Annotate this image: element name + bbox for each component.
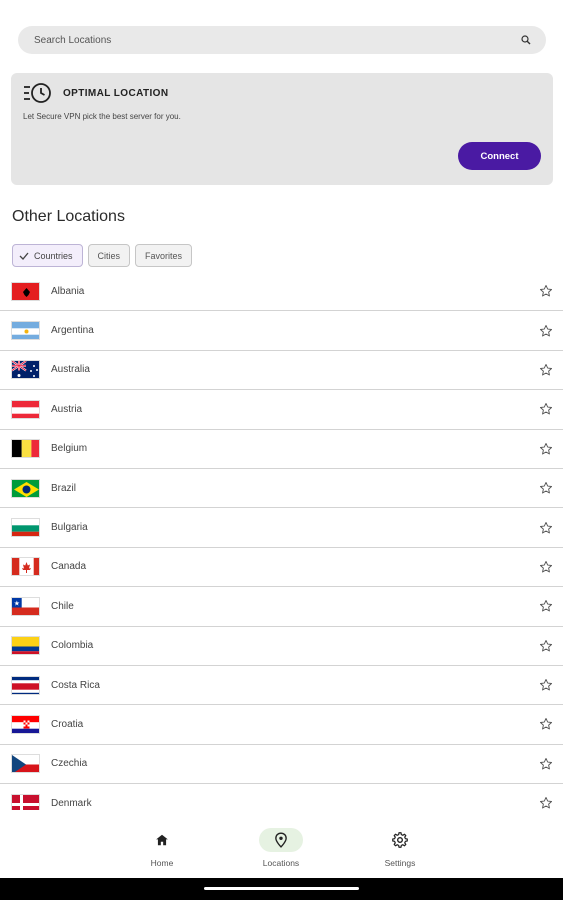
nav-label: Locations	[262, 858, 300, 868]
favorite-star-icon[interactable]	[539, 599, 553, 613]
country-row-belgium[interactable]: Belgium	[0, 430, 563, 469]
favorite-star-icon[interactable]	[539, 402, 553, 416]
optimal-location-description: Let Secure VPN pick the best server for …	[23, 112, 181, 121]
favorite-star-icon[interactable]	[539, 678, 553, 692]
filter-chip-label: Cities	[97, 250, 121, 261]
country-name: Australia	[51, 364, 90, 376]
system-navigation-bar	[0, 878, 563, 900]
bottom-navigation: Home Locations Settings	[0, 822, 563, 878]
brazil-flag-icon	[11, 478, 40, 498]
filter-chip-countries[interactable]: Countries	[12, 244, 83, 267]
favorite-star-icon[interactable]	[539, 442, 553, 456]
nav-label: Home	[150, 858, 174, 868]
favorite-star-icon[interactable]	[539, 796, 553, 810]
country-name: Brazil	[51, 482, 77, 494]
country-name: Croatia	[51, 718, 84, 730]
home-icon	[140, 828, 184, 852]
australia-flag-icon	[11, 360, 40, 380]
country-row-costa-rica[interactable]: Costa Rica	[0, 666, 563, 706]
country-name: Czechia	[51, 758, 88, 770]
country-name: Denmark	[51, 797, 92, 809]
country-name: Austria	[51, 403, 83, 415]
canada-flag-icon	[11, 557, 40, 577]
croatia-flag-icon	[11, 714, 40, 734]
optimal-location-title: OPTIMAL LOCATION	[63, 88, 169, 99]
filter-chip-favorites[interactable]: Favorites	[135, 244, 193, 267]
country-name: Albania	[51, 285, 85, 297]
filter-chips: Countries Cities Favorites	[12, 244, 193, 267]
country-row-austria[interactable]: Austria	[0, 390, 563, 430]
nav-label: Settings	[384, 858, 416, 868]
gear-icon	[378, 828, 422, 852]
costa-rica-flag-icon	[11, 675, 40, 695]
country-list[interactable]: Albania Argentina Australia Austria Belg…	[0, 272, 563, 810]
country-name: Bulgaria	[51, 522, 88, 534]
country-row-australia[interactable]: Australia	[0, 351, 563, 391]
location-pin-icon	[259, 828, 303, 852]
country-name: Colombia	[51, 640, 94, 652]
colombia-flag-icon	[11, 636, 40, 656]
favorite-star-icon[interactable]	[539, 481, 553, 495]
austria-flag-icon	[11, 399, 40, 419]
favorite-star-icon[interactable]	[539, 363, 553, 377]
czechia-flag-icon	[11, 754, 40, 774]
favorite-star-icon[interactable]	[539, 639, 553, 653]
albania-flag-icon	[11, 281, 40, 301]
denmark-flag-icon	[11, 793, 40, 810]
country-row-argentina[interactable]: Argentina	[0, 311, 563, 351]
country-row-brazil[interactable]: Brazil	[0, 469, 563, 509]
country-name: Argentina	[51, 325, 94, 337]
country-name: Canada	[51, 561, 87, 573]
country-row-czechia[interactable]: Czechia	[0, 745, 563, 785]
chile-flag-icon	[11, 596, 40, 616]
filter-chip-label: Favorites	[145, 250, 183, 261]
nav-settings[interactable]: Settings	[360, 828, 440, 872]
argentina-flag-icon	[11, 321, 40, 341]
favorite-star-icon[interactable]	[539, 521, 553, 535]
country-name: Costa Rica	[51, 679, 100, 691]
history-clock-icon	[23, 82, 53, 104]
favorite-star-icon[interactable]	[539, 284, 553, 298]
country-row-colombia[interactable]: Colombia	[0, 627, 563, 666]
filter-chip-cities[interactable]: Cities	[87, 244, 131, 267]
favorite-star-icon[interactable]	[539, 324, 553, 338]
favorite-star-icon[interactable]	[539, 717, 553, 731]
search-bar[interactable]	[18, 26, 546, 54]
check-icon	[19, 252, 29, 260]
favorite-star-icon[interactable]	[539, 757, 553, 771]
country-row-denmark[interactable]: Denmark	[0, 784, 563, 810]
connect-button[interactable]: Connect	[458, 142, 541, 170]
nav-home[interactable]: Home	[122, 828, 202, 872]
country-name: Belgium	[51, 443, 88, 455]
other-locations-heading: Other Locations	[12, 208, 125, 225]
nav-locations[interactable]: Locations	[241, 828, 321, 872]
home-gesture-handle[interactable]	[204, 887, 359, 890]
country-row-albania[interactable]: Albania	[0, 272, 563, 312]
belgium-flag-icon	[11, 439, 40, 459]
country-name: Chile	[51, 600, 74, 612]
country-row-canada[interactable]: Canada	[0, 548, 563, 588]
country-row-chile[interactable]: Chile	[0, 587, 563, 627]
bulgaria-flag-icon	[11, 518, 40, 538]
optimal-location-card: OPTIMAL LOCATION Let Secure VPN pick the…	[11, 73, 553, 185]
country-row-croatia[interactable]: Croatia	[0, 705, 563, 745]
search-icon[interactable]	[520, 34, 532, 46]
country-row-bulgaria[interactable]: Bulgaria	[0, 508, 563, 548]
favorite-star-icon[interactable]	[539, 560, 553, 574]
filter-chip-label: Countries	[34, 250, 73, 261]
search-input[interactable]	[34, 34, 520, 46]
